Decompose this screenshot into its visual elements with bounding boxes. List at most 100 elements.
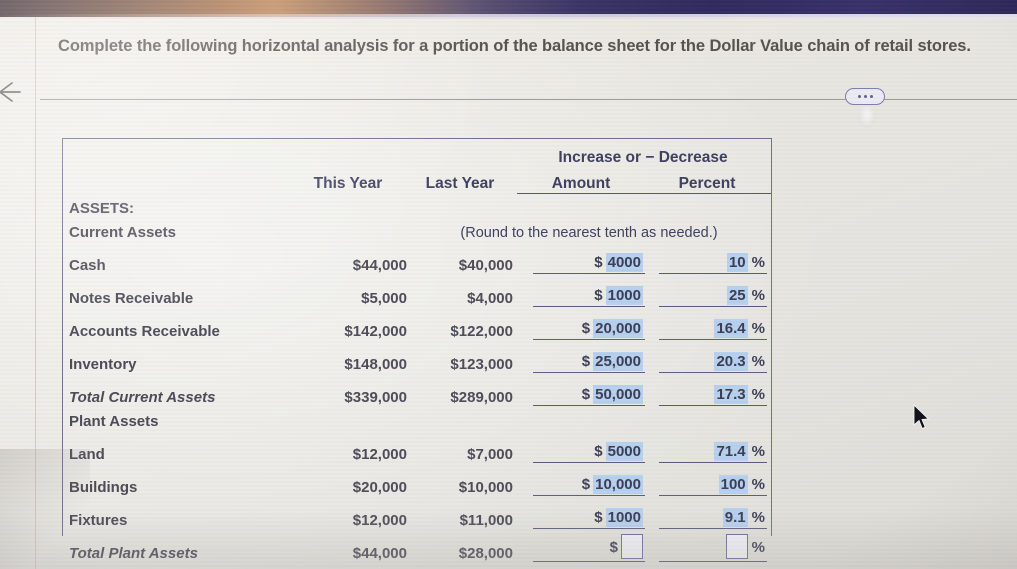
row-last-year: $122,000: [450, 323, 513, 340]
percent-input[interactable]: 16.4%: [659, 319, 767, 340]
row-this-year: $20,000: [352, 479, 407, 496]
row-percent-cell: 20.3%: [647, 340, 771, 373]
percent-sign: %: [751, 443, 765, 460]
percent-input[interactable]: 20.3%: [659, 352, 767, 373]
percent-sign: %: [751, 509, 765, 526]
amount-value: 1000: [605, 286, 643, 305]
amount-input[interactable]: $20,000: [533, 319, 645, 340]
amount-empty-input-box[interactable]: [621, 534, 643, 559]
table-row: Buildings $20,000 $10,000 $10,000 100%: [63, 463, 771, 496]
row-label: Notes Receivable: [69, 290, 194, 307]
amount-input[interactable]: $1000: [533, 508, 645, 529]
row-this-year: $44,000: [352, 257, 407, 274]
row-percent-cell: 100%: [647, 463, 771, 496]
percent-sign: %: [751, 476, 765, 493]
chrome-bar-sheen: [0, 14, 1017, 19]
table-header-columns-row: This Year Last Year Amount Percent: [63, 167, 771, 194]
percent-input[interactable]: 71.4%: [659, 442, 767, 463]
header-this-year: This Year: [313, 175, 383, 192]
percent-sign: %: [751, 539, 765, 556]
amount-input[interactable]: $1000: [533, 286, 645, 307]
amount-input[interactable]: $4000: [533, 253, 645, 274]
row-amount-cell: $10,000: [517, 463, 647, 496]
horizontal-analysis-worksheet: Increase or − Decrease This Year Last Ye…: [62, 138, 772, 562]
table-row: Cash $44,000 $40,000 $4000 10%: [63, 241, 771, 274]
amount-input[interactable]: $5000: [533, 442, 645, 463]
table-row: Total Current Assets $339,000 $289,000 $…: [63, 373, 771, 406]
row-percent-cell: 9.1%: [647, 496, 771, 529]
percent-input[interactable]: 25%: [659, 286, 767, 307]
dollar-sign: $: [594, 287, 603, 304]
back-arrow-icon[interactable]: [0, 75, 30, 109]
row-this-year: $142,000: [344, 323, 407, 340]
balance-sheet-table: Increase or − Decrease This Year Last Ye…: [63, 139, 771, 562]
header-last-year: Last Year: [425, 175, 495, 192]
section-assets-row: ASSETS:: [63, 193, 771, 217]
row-amount-cell: $1000: [517, 274, 647, 307]
percent-input[interactable]: 17.3%: [659, 385, 767, 406]
rounding-note: (Round to the nearest tenth as needed.): [460, 225, 718, 241]
ellipsis-dot: [863, 95, 867, 98]
amount-value: 4000: [605, 253, 643, 272]
row-percent-cell: 10%: [647, 241, 771, 274]
spacer-cell: [289, 217, 407, 241]
row-last-year: $11,000: [459, 512, 513, 529]
row-label: Accounts Receivable: [69, 323, 220, 340]
row-label: Cash: [69, 257, 106, 274]
spacer-cell: [407, 193, 517, 217]
dollar-sign: $: [581, 386, 591, 403]
dollar-sign: $: [581, 320, 591, 337]
spacer-cell: [63, 139, 289, 167]
row-amount-cell: $: [517, 529, 647, 562]
spacer-cell: [517, 193, 647, 217]
row-percent-cell: 25%: [647, 274, 771, 307]
left-navigation-rail: [0, 17, 36, 569]
row-last-year: $40,000: [458, 257, 513, 274]
percent-sign: %: [751, 287, 765, 304]
percent-input[interactable]: 10%: [659, 253, 767, 274]
mouse-pointer-icon: [912, 403, 932, 432]
dollar-sign: $: [594, 509, 603, 526]
row-this-year: $12,000: [352, 512, 407, 529]
row-label: Inventory: [69, 356, 137, 373]
spacer-cell: [289, 406, 407, 430]
row-this-year: $44,000: [352, 545, 407, 562]
section-current-assets-row: Current Assets (Round to the nearest ten…: [63, 217, 771, 241]
spacer-cell: [289, 139, 407, 167]
screen-smudge: [858, 106, 876, 128]
percent-sign: %: [751, 254, 765, 271]
table-row: Notes Receivable $5,000 $4,000 $1000 25%: [63, 274, 771, 307]
percent-input[interactable]: 9.1%: [659, 508, 767, 529]
row-last-year: $289,000: [450, 389, 513, 406]
table-row: Total Plant Assets $44,000 $28,000 $ %: [63, 529, 771, 562]
row-percent-cell: 17.3%: [647, 373, 771, 406]
percent-input[interactable]: 100%: [659, 475, 767, 496]
ellipsis-dot: [857, 95, 861, 98]
amount-input[interactable]: $50,000: [533, 385, 645, 406]
percent-empty-input-box[interactable]: [725, 534, 748, 559]
row-percent-cell: 71.4%: [647, 430, 771, 463]
row-this-year: $148,000: [344, 356, 407, 373]
row-percent-cell: %: [647, 529, 771, 562]
more-options-button[interactable]: [845, 88, 885, 105]
amount-input[interactable]: $: [533, 534, 645, 562]
amount-value: 5000: [605, 442, 643, 461]
section-assets-label: ASSETS:: [69, 200, 135, 217]
row-label: Total Plant Assets: [69, 545, 198, 562]
percent-value: 17.3: [714, 385, 748, 404]
table-row: Accounts Receivable $142,000 $122,000 $2…: [63, 307, 771, 340]
percent-value: 20.3: [714, 352, 748, 371]
dollar-sign: $: [609, 539, 618, 556]
amount-value: 20,000: [593, 319, 643, 338]
amount-input[interactable]: $25,000: [533, 352, 645, 373]
section-plant-assets-label: Plant Assets: [69, 413, 159, 430]
section-plant-assets-row: Plant Assets: [63, 406, 771, 430]
percent-input[interactable]: %: [659, 534, 767, 562]
row-label: Buildings: [69, 479, 138, 496]
percent-sign: %: [751, 353, 765, 370]
dollar-sign: $: [581, 353, 591, 370]
amount-input[interactable]: $10,000: [533, 475, 645, 496]
percent-value: 16.4: [714, 319, 748, 338]
percent-value: 9.1: [722, 508, 748, 527]
spacer-cell: [407, 139, 517, 167]
